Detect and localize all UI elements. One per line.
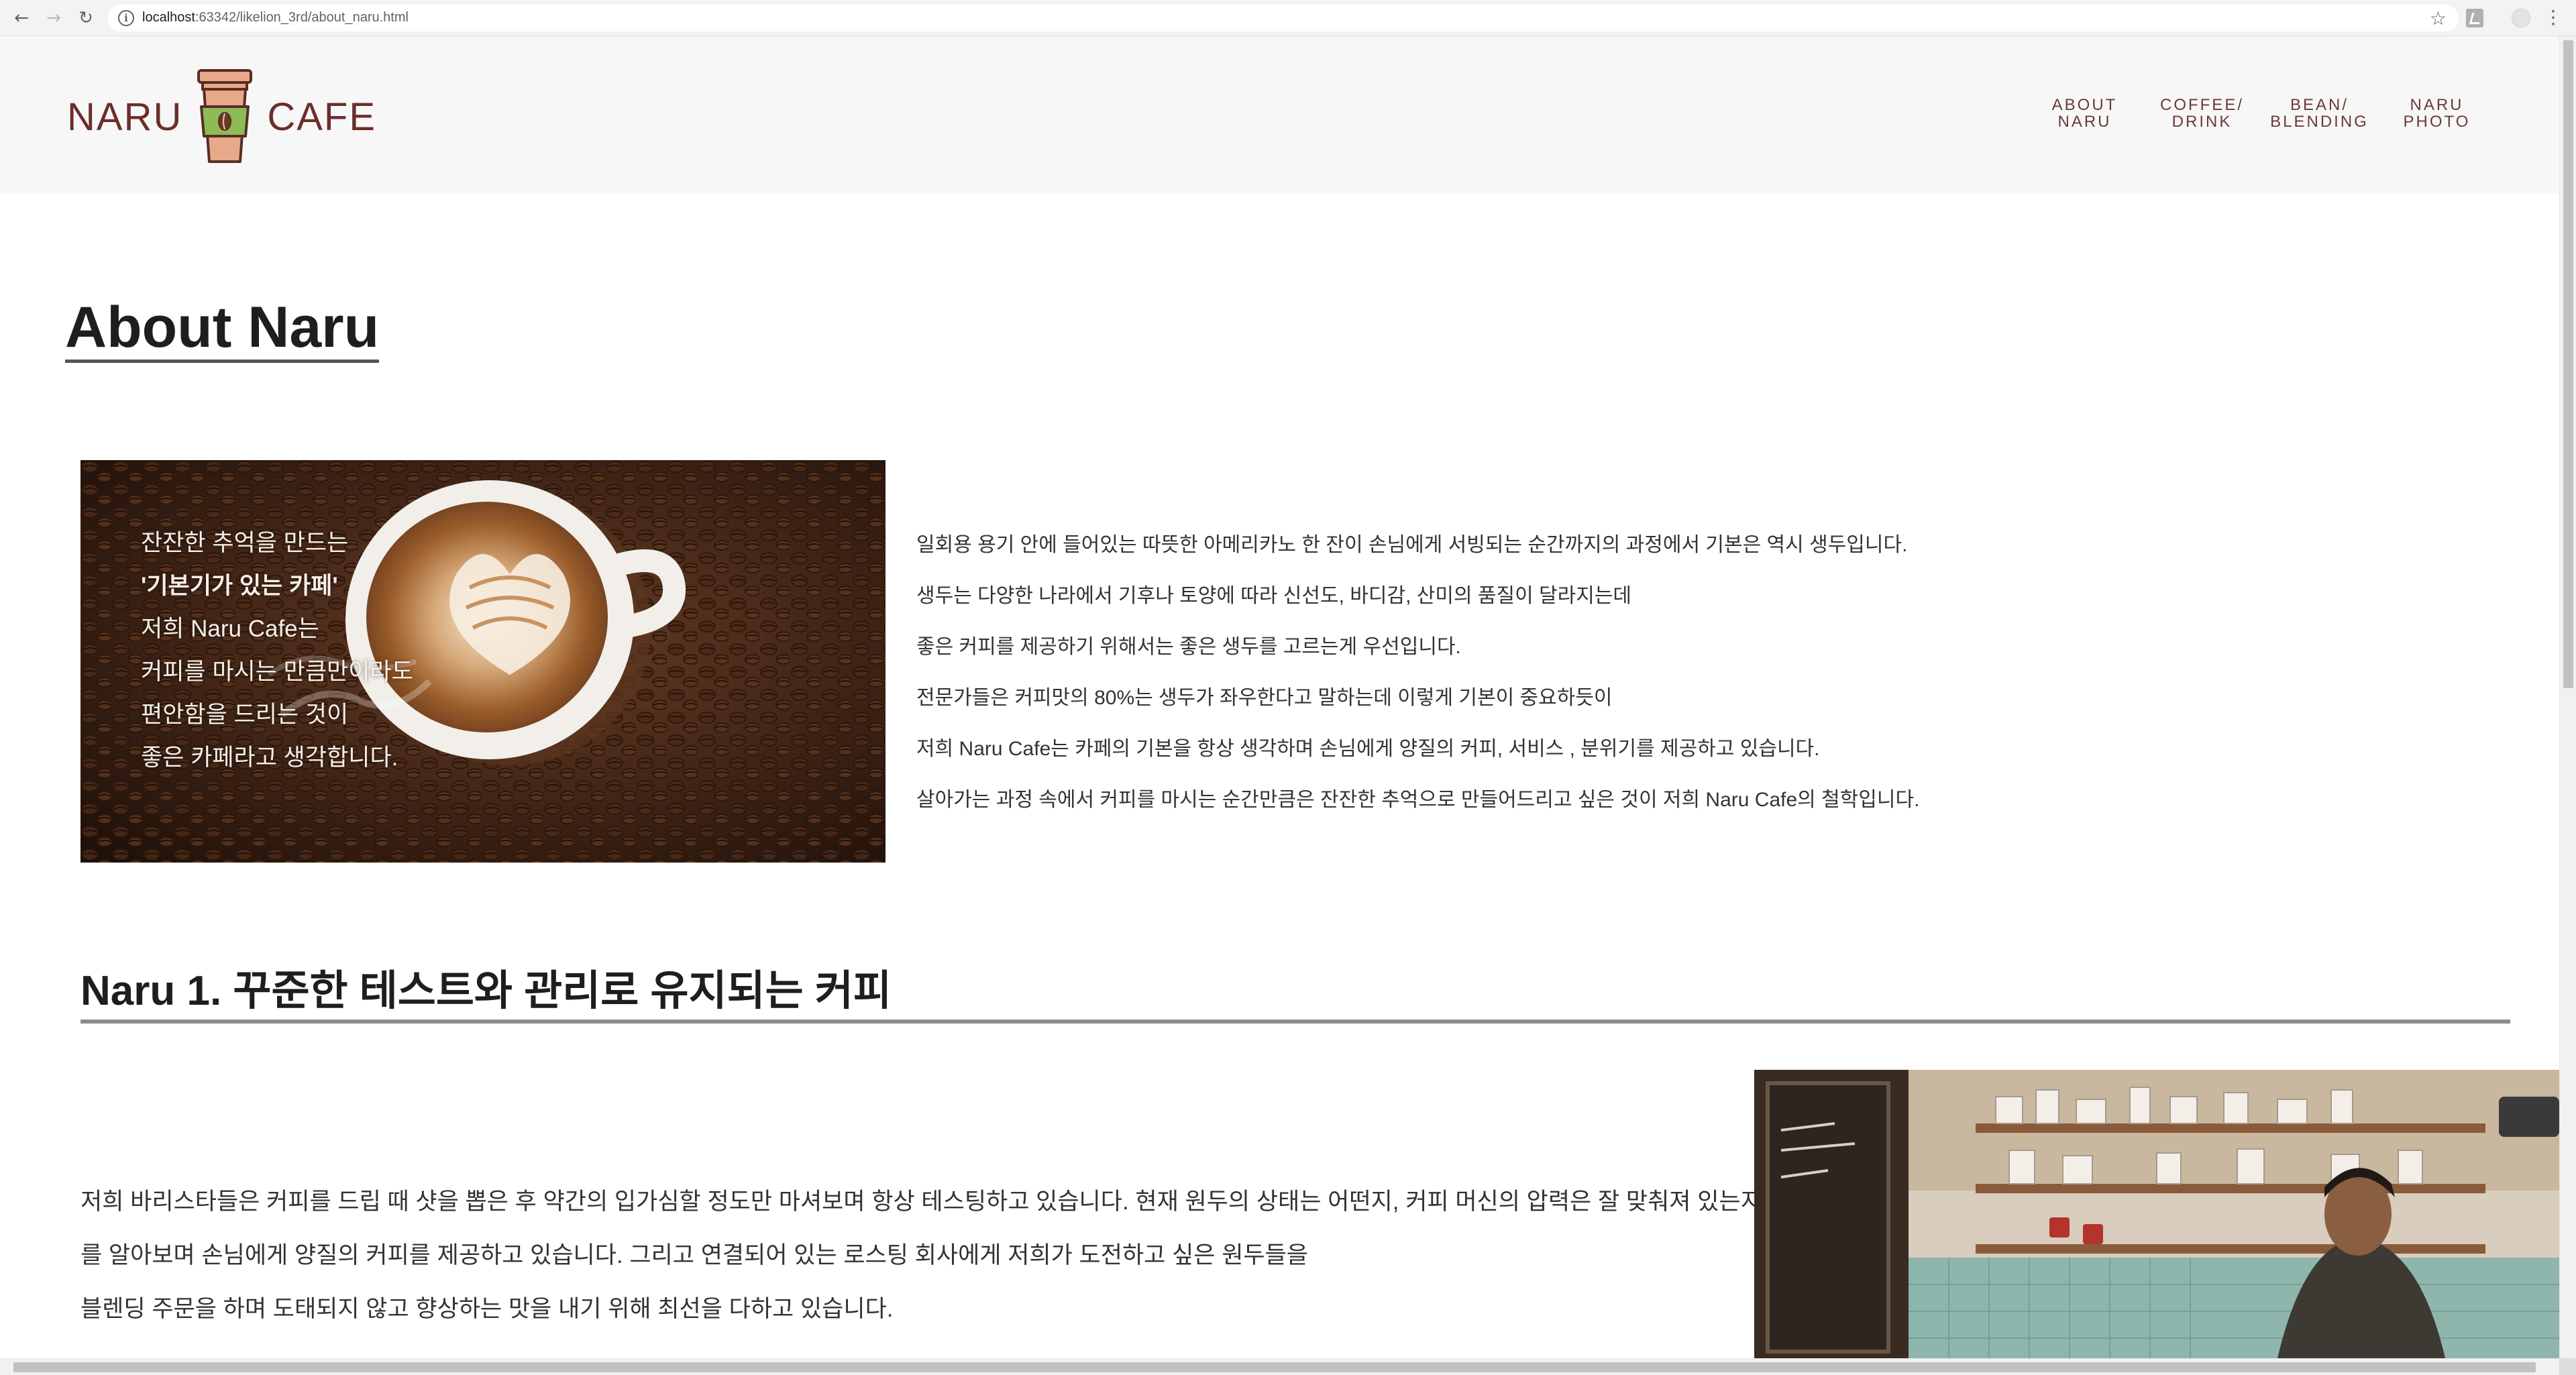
- menu-kebab-icon[interactable]: ⋮: [2544, 8, 2563, 28]
- scrollbar-corner: [2559, 1358, 2576, 1375]
- forward-icon[interactable]: →: [42, 6, 66, 30]
- intro-paragraph: 전문가들은 커피맛의 80%는 생두가 좌우한다고 말하는데 이렇게 기본이 중…: [916, 687, 1613, 709]
- pdf-extension-icon[interactable]: [2466, 9, 2483, 28]
- browser-toolbar: ← → ↻ i localhost:63342/likelion_3rd/abo…: [0, 0, 2576, 36]
- nav-bean-blending[interactable]: BEAN/ BLENDING: [2261, 97, 2378, 130]
- hero-line: 좋은 카페라고 생각합니다.: [141, 745, 398, 771]
- coffee-cup-icon: [197, 69, 253, 163]
- hero-line: '기본기가 있는 카페': [141, 573, 338, 599]
- hero-line: 잔잔한 추억을 만드는: [141, 530, 349, 556]
- address-url[interactable]: localhost:63342/likelion_3rd/about_naru.…: [142, 10, 409, 25]
- site-info-icon[interactable]: i: [118, 10, 134, 26]
- page-title: About Naru: [65, 295, 380, 363]
- site-logo[interactable]: NARU CAFE: [67, 63, 376, 170]
- barista-scene-image: [1754, 1070, 2559, 1358]
- main-nav: ABOUT NARU COFFEE/ DRINK BEAN/ BLENDING …: [2026, 97, 2496, 130]
- intro-paragraph: 일회용 용기 안에 들어있는 따뜻한 아메리카노 한 잔이 손님에게 서빙되는 …: [916, 534, 1908, 556]
- vertical-scrollbar[interactable]: [2559, 36, 2576, 1358]
- back-icon[interactable]: ←: [9, 6, 34, 30]
- section-title: Naru 1. 꾸준한 테스트와 관리로 유지되는 커피: [80, 965, 2510, 1024]
- nav-label-line: NARU: [2410, 96, 2464, 114]
- logo-text-left: NARU: [67, 95, 183, 139]
- url-path: :63342/likelion_3rd/about_naru.html: [195, 10, 409, 25]
- address-bar[interactable]: i localhost:63342/likelion_3rd/about_nar…: [107, 5, 2459, 32]
- intro-text: 일회용 용기 안에 들어있는 따뜻한 아메리카노 한 잔이 손님에게 서빙되는 …: [916, 520, 1919, 826]
- intro-paragraph: 좋은 커피를 제공하기 위해서는 좋은 생두를 고르는게 우선입니다.: [916, 636, 1461, 658]
- horizontal-scrollbar-thumb[interactable]: [13, 1362, 2536, 1372]
- hero-text: 잔잔한 추억을 만드는 '기본기가 있는 카페' 저희 Naru Cafe는 커…: [141, 522, 413, 779]
- url-host: localhost: [142, 10, 195, 25]
- nav-label-line: COFFEE/: [2159, 96, 2244, 114]
- section-body: 저희 바리스타들은 커피를 드립 때 샷을 뽑은 후 약간의 입가심할 정도만 …: [80, 1175, 1762, 1336]
- intro-paragraph: 생두는 다양한 나라에서 기후나 토양에 따라 신선도, 바디감, 산미의 품질…: [916, 585, 1632, 607]
- nav-label-line: NARU: [2057, 113, 2112, 131]
- nav-label-line: BLENDING: [2270, 113, 2369, 131]
- nav-label-line: DRINK: [2171, 113, 2233, 131]
- intro-paragraph: 살아가는 과정 속에서 커피를 마시는 순간만큼은 잔잔한 추억으로 만들어드리…: [916, 789, 1920, 811]
- nav-label-line: BEAN/: [2290, 96, 2349, 114]
- section-line: 를 알아보며 손님에게 양질의 커피를 제공하고 있습니다. 그리고 연결되어 …: [80, 1242, 1308, 1268]
- section-line: 블렌딩 주문을 하며 도태되지 않고 향상하는 맛을 내기 위해 최선을 다하고…: [80, 1296, 894, 1322]
- logo-text-right: CAFE: [267, 95, 377, 139]
- section-line: 저희 바리스타들은 커피를 드립 때 샷을 뽑은 후 약간의 입가심할 정도만 …: [80, 1189, 1762, 1215]
- nav-label-line: PHOTO: [2403, 113, 2471, 131]
- barista-photo: [1754, 1070, 2559, 1358]
- hero-latte-image: 잔잔한 추억을 만드는 '기본기가 있는 카페' 저희 Naru Cafe는 커…: [80, 460, 885, 863]
- hero-line: 편안함을 드리는 것이: [141, 702, 349, 728]
- hero-line: 커피를 마시는 만큼만이라도: [141, 659, 413, 685]
- nav-about-naru[interactable]: ABOUT NARU: [2026, 97, 2143, 130]
- intro-paragraph: 저희 Naru Cafe는 카페의 기본을 항상 생각하며 손님에게 양질의 커…: [916, 738, 1820, 760]
- reload-icon[interactable]: ↻: [74, 6, 98, 30]
- site-header: NARU CAFE ABOUT NARU COFFEE/ DRINK BEAN/…: [0, 36, 2559, 194]
- vertical-scrollbar-thumb[interactable]: [2563, 40, 2573, 688]
- nav-coffee-drink[interactable]: COFFEE/ DRINK: [2143, 97, 2261, 130]
- horizontal-scrollbar[interactable]: [0, 1358, 2559, 1375]
- hero-line: 저희 Naru Cafe는: [141, 616, 319, 642]
- profile-avatar[interactable]: [2512, 9, 2530, 28]
- nav-label-line: ABOUT: [2051, 96, 2118, 114]
- nav-naru-photo[interactable]: NARU PHOTO: [2378, 97, 2496, 130]
- bookmark-star-icon[interactable]: ☆: [2430, 7, 2447, 30]
